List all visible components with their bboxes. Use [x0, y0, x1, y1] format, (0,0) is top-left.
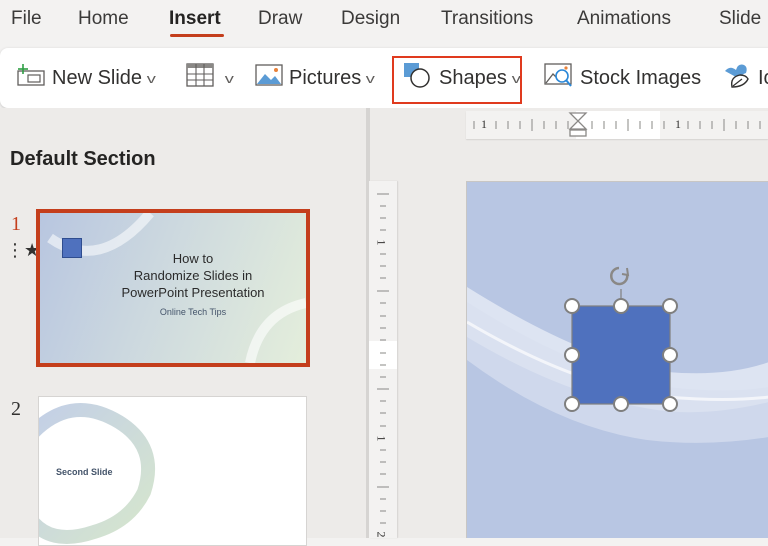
- pictures-icon: [255, 64, 283, 92]
- tab-insert[interactable]: Insert: [169, 8, 221, 30]
- ribbon-tabs: File Home Insert Draw Design Transitions…: [0, 0, 768, 48]
- tab-home[interactable]: Home: [78, 8, 129, 30]
- resize-handle[interactable]: [564, 347, 580, 363]
- vertical-ruler[interactable]: 1 1 2: [369, 181, 397, 538]
- stock-images-label: Stock Images: [580, 66, 702, 89]
- ruler-label: 1: [374, 239, 389, 246]
- ruler-label: 1: [374, 435, 389, 442]
- chevron-down-icon: v: [224, 70, 234, 86]
- shapes-highlight-box: [392, 56, 522, 104]
- selected-shape-group: [564, 266, 678, 412]
- pictures-label: Pictures: [289, 66, 362, 89]
- active-tab-indicator: [170, 34, 224, 37]
- resize-handle[interactable]: [662, 298, 678, 314]
- new-slide-label: New Slide: [52, 66, 143, 89]
- title-line: Randomize Slides in: [133, 268, 253, 283]
- resize-handle[interactable]: [613, 298, 629, 314]
- resize-handle[interactable]: [662, 347, 678, 363]
- section-title: Default Section: [10, 148, 156, 170]
- rotate-handle-icon[interactable]: [610, 266, 630, 286]
- new-slide-icon: [16, 63, 46, 93]
- slide-title: How to Randomize Slides in PowerPoint Pr…: [40, 250, 306, 301]
- tab-file[interactable]: File: [11, 8, 42, 30]
- tab-design[interactable]: Design: [341, 8, 400, 30]
- slide-number: 2: [11, 398, 21, 420]
- resize-handle[interactable]: [613, 396, 629, 412]
- slide-thumbnail-2[interactable]: Second Slide: [38, 396, 307, 546]
- slide-canvas[interactable]: [466, 181, 768, 538]
- slide-thumbnail-1[interactable]: How to Randomize Slides in PowerPoint Pr…: [36, 209, 310, 367]
- resize-handle[interactable]: [662, 396, 678, 412]
- ruler-ticks: [473, 112, 761, 137]
- stock-images-icon: [544, 61, 574, 95]
- slide-number: 1: [11, 213, 21, 235]
- icons-icon: [722, 61, 752, 95]
- table-button[interactable]: v: [186, 62, 234, 94]
- resize-handle[interactable]: [564, 298, 580, 314]
- slide-subtitle: Online Tech Tips: [159, 307, 227, 317]
- chevron-down-icon: v: [146, 70, 156, 86]
- new-slide-button[interactable]: New Slide v: [16, 62, 156, 94]
- tab-slide-show[interactable]: Slide: [719, 8, 761, 30]
- horizontal-ruler[interactable]: 1 1: [466, 111, 768, 139]
- ruler-label: 2: [374, 531, 389, 538]
- ruler-label: 1: [675, 117, 681, 131]
- tab-animations[interactable]: Animations: [577, 8, 671, 30]
- blue-square-shape[interactable]: [571, 305, 671, 405]
- ruler-label: 1: [481, 117, 487, 131]
- table-icon: [186, 63, 214, 93]
- icons-label: Ic: [758, 66, 768, 89]
- stock-images-button[interactable]: Stock Images: [544, 62, 701, 94]
- tab-transitions[interactable]: Transitions: [441, 8, 533, 30]
- insert-ribbon: New Slide v v Pictures v Shapes v Stock …: [0, 48, 768, 108]
- icons-button[interactable]: Ic: [722, 62, 768, 94]
- title-line: PowerPoint Presentation: [121, 285, 265, 300]
- resize-handle[interactable]: [564, 396, 580, 412]
- title-line: How to: [172, 251, 214, 266]
- ruler-ticks: [377, 193, 389, 524]
- pictures-button[interactable]: Pictures v: [255, 62, 376, 94]
- slide-title: Second Slide: [56, 467, 113, 477]
- tab-draw[interactable]: Draw: [258, 8, 302, 30]
- chevron-down-icon: v: [365, 70, 376, 86]
